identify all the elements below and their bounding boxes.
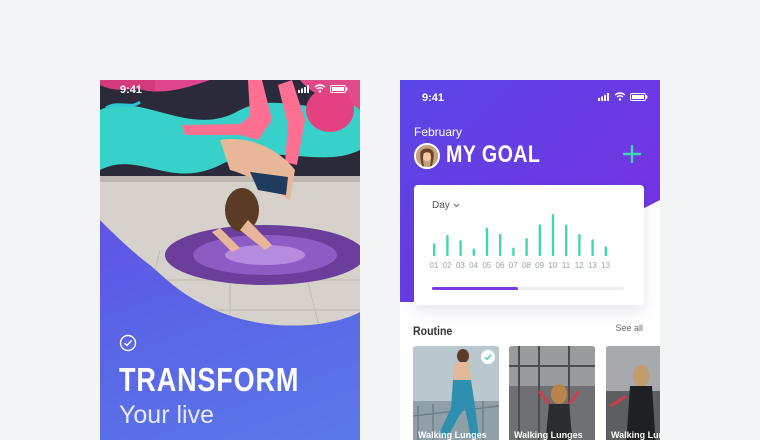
- status-icons: [598, 92, 648, 101]
- avatar[interactable]: [414, 143, 440, 169]
- status-bar: 9:41: [400, 80, 660, 104]
- battery-icon: [630, 92, 648, 101]
- chart-bar: [433, 243, 436, 256]
- add-goal-button[interactable]: [622, 144, 642, 164]
- chart-tick-label: 04: [469, 261, 478, 270]
- chart-tick-label: 11: [562, 261, 571, 270]
- routine-card-label: Walking Lunges: [611, 430, 660, 440]
- wifi-icon: [614, 92, 626, 101]
- status-time: 9:41: [422, 92, 445, 104]
- page-title: MY GOAL: [446, 141, 541, 168]
- chart-tick-label: 13: [588, 261, 597, 270]
- chart-tick-label: 03: [456, 261, 465, 270]
- chart-bar: [578, 233, 581, 256]
- routine-card[interactable]: Walking Lunges: [413, 346, 499, 440]
- chart-bar: [565, 224, 568, 256]
- status-bar: 9:41: [100, 80, 360, 100]
- hero-photo: [100, 80, 360, 326]
- wifi-icon: [314, 84, 326, 93]
- headline: TRANSFORM: [119, 361, 300, 398]
- avatar-photo: [416, 145, 438, 167]
- exercise-photo: [606, 346, 660, 440]
- chart-tick-label: 06: [496, 261, 505, 270]
- routine-list: Walking Lunges Walking Lunges Walking Lu: [413, 346, 660, 440]
- status-icons: [298, 84, 348, 93]
- signal-icon: [298, 84, 309, 93]
- chart-bar: [512, 247, 515, 256]
- goal-chart-card: Day 01 02 03 04 05 06 07 08 09 10 11 12 13 13: [414, 185, 644, 305]
- goal-screen: 9:41 February MY GOAL Day 01 02 03 04 05 06 07…: [400, 80, 660, 440]
- check-circle-icon: [119, 334, 137, 352]
- see-all-link[interactable]: See all: [615, 323, 643, 333]
- chart-tick-label: 02: [443, 261, 452, 270]
- chart-tick-label: 10: [548, 261, 557, 270]
- chart-bar: [472, 248, 475, 256]
- month-label: February: [414, 125, 463, 139]
- signal-icon: [598, 92, 609, 101]
- chart-tick-label: 09: [535, 261, 544, 270]
- onboarding-screen: 9:41 TRANSFORM Your live: [100, 80, 360, 440]
- status-time: 9:41: [120, 84, 143, 96]
- routine-card[interactable]: Walking Lunges: [606, 346, 660, 440]
- routine-card-label: Walking Lunges: [514, 430, 583, 440]
- chart-tick-label: 07: [509, 261, 518, 270]
- chart-bar: [446, 235, 449, 256]
- progress-fill: [432, 287, 519, 290]
- chart-bar: [591, 239, 594, 256]
- subheadline: Your live: [119, 401, 214, 429]
- completed-check-icon: [481, 350, 495, 364]
- chart-bar: [485, 227, 489, 256]
- routine-card[interactable]: Walking Lunges: [509, 346, 595, 440]
- chart-bar: [499, 233, 502, 256]
- chart-bar: [538, 224, 541, 256]
- chart-tick-label: 12: [575, 261, 584, 270]
- exercise-photo: [509, 346, 595, 440]
- chart-tick-label: 01: [430, 261, 439, 270]
- plus-icon: [622, 144, 642, 164]
- chart-bar: [551, 214, 555, 256]
- chart-tick-label: 08: [522, 261, 531, 270]
- chart-bar: [525, 238, 528, 256]
- battery-icon: [330, 84, 348, 93]
- chart-bar: [459, 240, 462, 256]
- chart-bar: [604, 246, 607, 256]
- chart-tick-label: 05: [482, 261, 491, 270]
- routine-card-label: Walking Lunges: [418, 430, 487, 440]
- bar-chart: 01 02 03 04 05 06 07 08 09 10 11 12 13 13: [430, 214, 611, 270]
- chart-tick-label: 13: [601, 261, 610, 270]
- progress-track: [432, 287, 624, 290]
- routine-section-title: Routine: [413, 324, 453, 338]
